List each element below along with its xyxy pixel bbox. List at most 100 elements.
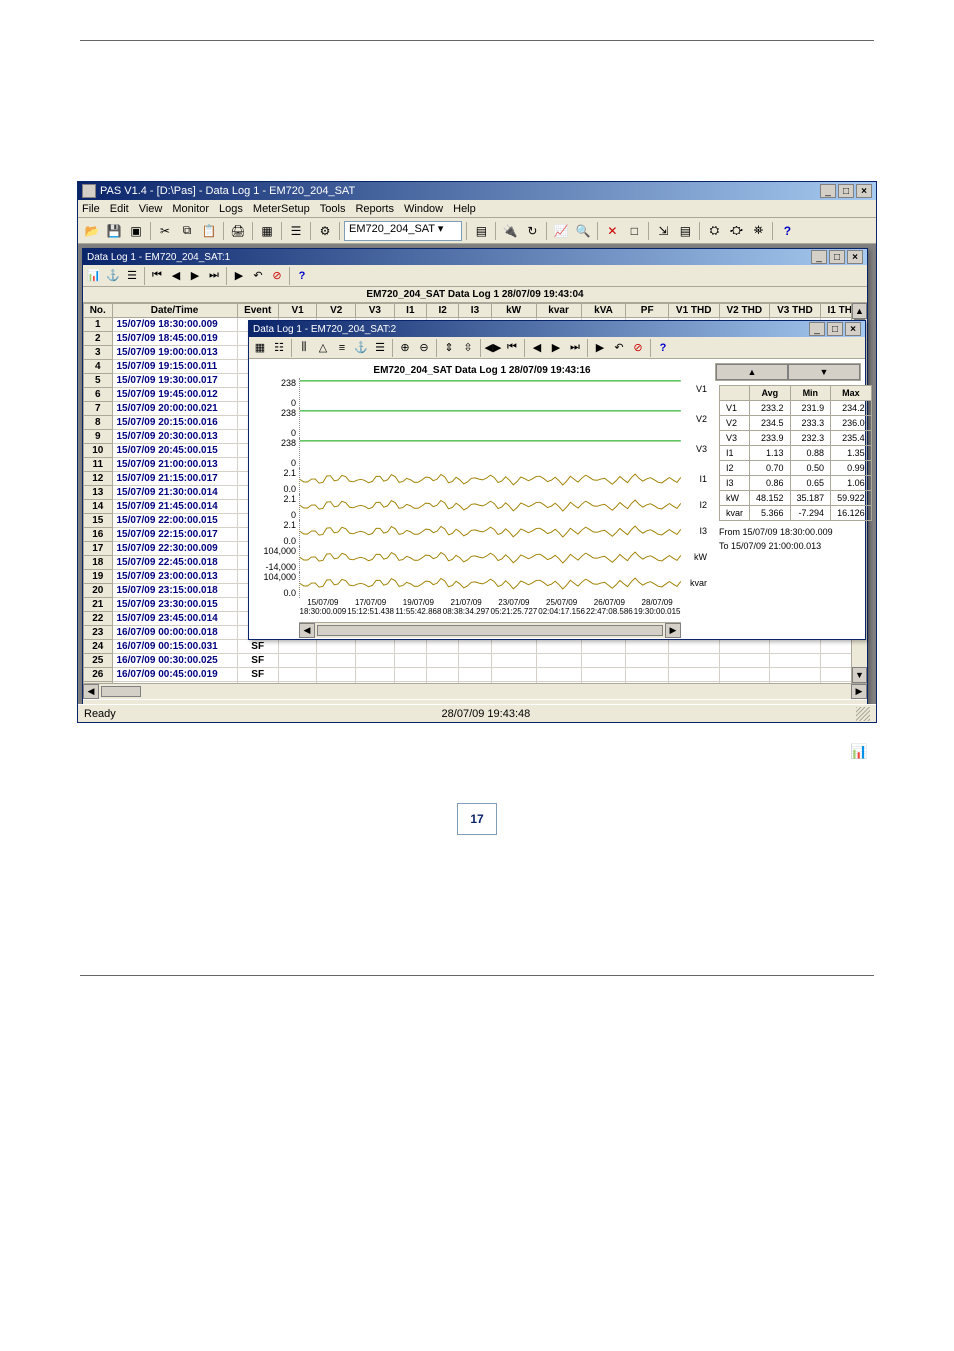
next2-icon[interactable]: ▶ — [547, 339, 565, 357]
print-icon[interactable]: 🖨 — [228, 221, 248, 241]
scroll-down-icon[interactable]: ▼ — [852, 667, 867, 683]
open-icon[interactable]: 📂 — [82, 221, 102, 241]
col-header[interactable]: V1 — [278, 304, 317, 318]
chart-hscroll[interactable]: ◀ ▶ — [299, 622, 681, 638]
properties-icon[interactable]: ☰ — [286, 221, 306, 241]
child1-minimize[interactable]: _ — [811, 250, 827, 264]
chart-hscroll-right[interactable]: ▶ — [665, 623, 681, 638]
menu-tools[interactable]: Tools — [320, 203, 346, 215]
first2-icon[interactable]: ⏮ — [503, 339, 521, 357]
maximize-button[interactable]: □ — [838, 184, 854, 198]
zoomin-icon[interactable]: ⊕ — [396, 339, 414, 357]
props-icon[interactable]: ☰ — [123, 267, 141, 285]
bars-icon[interactable]: ⫼ — [295, 339, 313, 357]
table-view-icon[interactable]: ▦ — [251, 339, 269, 357]
save-icon[interactable]: 💾 — [104, 221, 124, 241]
props2-icon[interactable]: ☰ — [371, 339, 389, 357]
col-header[interactable]: kVA — [581, 304, 626, 318]
col-header[interactable]: I3 — [459, 304, 491, 318]
menu-edit[interactable]: Edit — [110, 203, 129, 215]
stop3-icon[interactable]: ⊘ — [629, 339, 647, 357]
chart-vscroll[interactable]: ▲ ▼ — [715, 363, 861, 381]
menu-help[interactable]: Help — [453, 203, 476, 215]
report-icon[interactable]: ▤ — [675, 221, 695, 241]
table-icon[interactable]: ▤ — [471, 221, 491, 241]
zoom-icon[interactable]: 🔍 — [573, 221, 593, 241]
chart-icon[interactable]: 📈 — [551, 221, 571, 241]
menu-reports[interactable]: Reports — [355, 203, 394, 215]
ud-icon[interactable]: ⇕ — [440, 339, 458, 357]
col-header[interactable]: kvar — [536, 304, 581, 318]
scroll-up-icon[interactable]: ▲ — [852, 303, 867, 319]
gear-icon[interactable]: ⚙ — [315, 221, 335, 241]
menu-file[interactable]: File — [82, 203, 100, 215]
col-header[interactable]: kW — [491, 304, 536, 318]
datalog-chart-titlebar[interactable]: Data Log 1 - EM720_204_SAT:2 _ □ × — [249, 321, 865, 337]
table-row[interactable]: 2616/07/09 00:45:00.019SF — [84, 668, 867, 682]
menu-monitor[interactable]: Monitor — [172, 203, 209, 215]
child2-maximize[interactable]: □ — [827, 322, 843, 336]
close-button[interactable]: × — [856, 184, 872, 198]
help2-icon[interactable]: ? — [293, 267, 311, 285]
col-header[interactable]: PF — [626, 304, 668, 318]
minimize-button[interactable]: _ — [820, 184, 836, 198]
export-icon[interactable]: ⇲ — [653, 221, 673, 241]
anchor2-icon[interactable]: ⚓ — [352, 339, 370, 357]
zoomout-icon[interactable]: ⊖ — [415, 339, 433, 357]
col-header[interactable]: V2 — [317, 304, 356, 318]
hscroll-right-icon[interactable]: ▶ — [851, 684, 867, 699]
tool1-icon[interactable]: ⛭ — [704, 221, 724, 241]
child2-close[interactable]: × — [845, 322, 861, 336]
anchor-icon[interactable]: ⚓ — [104, 267, 122, 285]
stop-icon[interactable]: □ — [624, 221, 644, 241]
delta-icon[interactable]: △ — [314, 339, 332, 357]
child1-maximize[interactable]: □ — [829, 250, 845, 264]
prev-icon[interactable]: ◀ — [167, 267, 185, 285]
play2-icon[interactable]: ▶ — [591, 339, 609, 357]
copy-icon[interactable]: ⧉ — [177, 221, 197, 241]
paste-icon[interactable]: 📋 — [199, 221, 219, 241]
col-header[interactable]: No. — [84, 304, 113, 318]
tool2-icon[interactable]: ⛮ — [726, 221, 746, 241]
delete-icon[interactable]: ✕ — [602, 221, 622, 241]
device-selector[interactable]: EM720_204_SAT ▾ — [344, 221, 462, 241]
table-row[interactable]: 2516/07/09 00:30:00.025SF — [84, 654, 867, 668]
col-header[interactable]: I2 — [427, 304, 459, 318]
chart-view-icon[interactable]: 📊 — [85, 267, 103, 285]
menu-window[interactable]: Window — [404, 203, 443, 215]
hscroll-left-icon[interactable]: ◀ — [83, 684, 99, 699]
undo2-icon[interactable]: ↶ — [610, 339, 628, 357]
grid-icon[interactable]: ▦ — [257, 221, 277, 241]
col-header[interactable]: Date/Time — [112, 304, 237, 318]
col-header[interactable]: V3 — [356, 304, 395, 318]
filter-icon[interactable]: ☷ — [270, 339, 288, 357]
lr-icon[interactable]: ◀▶ — [484, 339, 502, 357]
child2-minimize[interactable]: _ — [809, 322, 825, 336]
col-header[interactable]: V1 THD — [668, 304, 719, 318]
help-icon[interactable]: ? — [777, 221, 797, 241]
help3-icon[interactable]: ? — [654, 339, 672, 357]
last-icon[interactable]: ⏭ — [205, 267, 223, 285]
undo-icon[interactable]: ↶ — [249, 267, 267, 285]
chart-hscroll-thumb[interactable] — [317, 625, 663, 636]
resize-grip-icon[interactable] — [856, 707, 870, 721]
hscroll-thumb[interactable] — [101, 686, 141, 697]
next-icon[interactable]: ▶ — [186, 267, 204, 285]
col-header[interactable]: I1 — [394, 304, 426, 318]
menu-logs[interactable]: Logs — [219, 203, 243, 215]
menu-view[interactable]: View — [139, 203, 163, 215]
saveall-icon[interactable]: ▣ — [126, 221, 146, 241]
menu-metersetup[interactable]: MeterSetup — [253, 203, 310, 215]
tool3-icon[interactable]: ⛯ — [748, 221, 768, 241]
datalog-table-titlebar[interactable]: Data Log 1 - EM720_204_SAT:1 _ □ × — [83, 249, 867, 265]
prev2-icon[interactable]: ◀ — [528, 339, 546, 357]
chart-vscroll-up[interactable]: ▲ — [716, 364, 788, 380]
table-hscroll[interactable]: ◀ ▶ — [83, 683, 867, 699]
list-icon[interactable]: ≡ — [333, 339, 351, 357]
col-header[interactable]: V3 THD — [770, 304, 821, 318]
first-icon[interactable]: ⏮ — [148, 267, 166, 285]
stop2-icon[interactable]: ⊘ — [268, 267, 286, 285]
table-row[interactable]: 2416/07/09 00:15:00.031SF — [84, 640, 867, 654]
child1-close[interactable]: × — [847, 250, 863, 264]
col-header[interactable]: V2 THD — [719, 304, 770, 318]
